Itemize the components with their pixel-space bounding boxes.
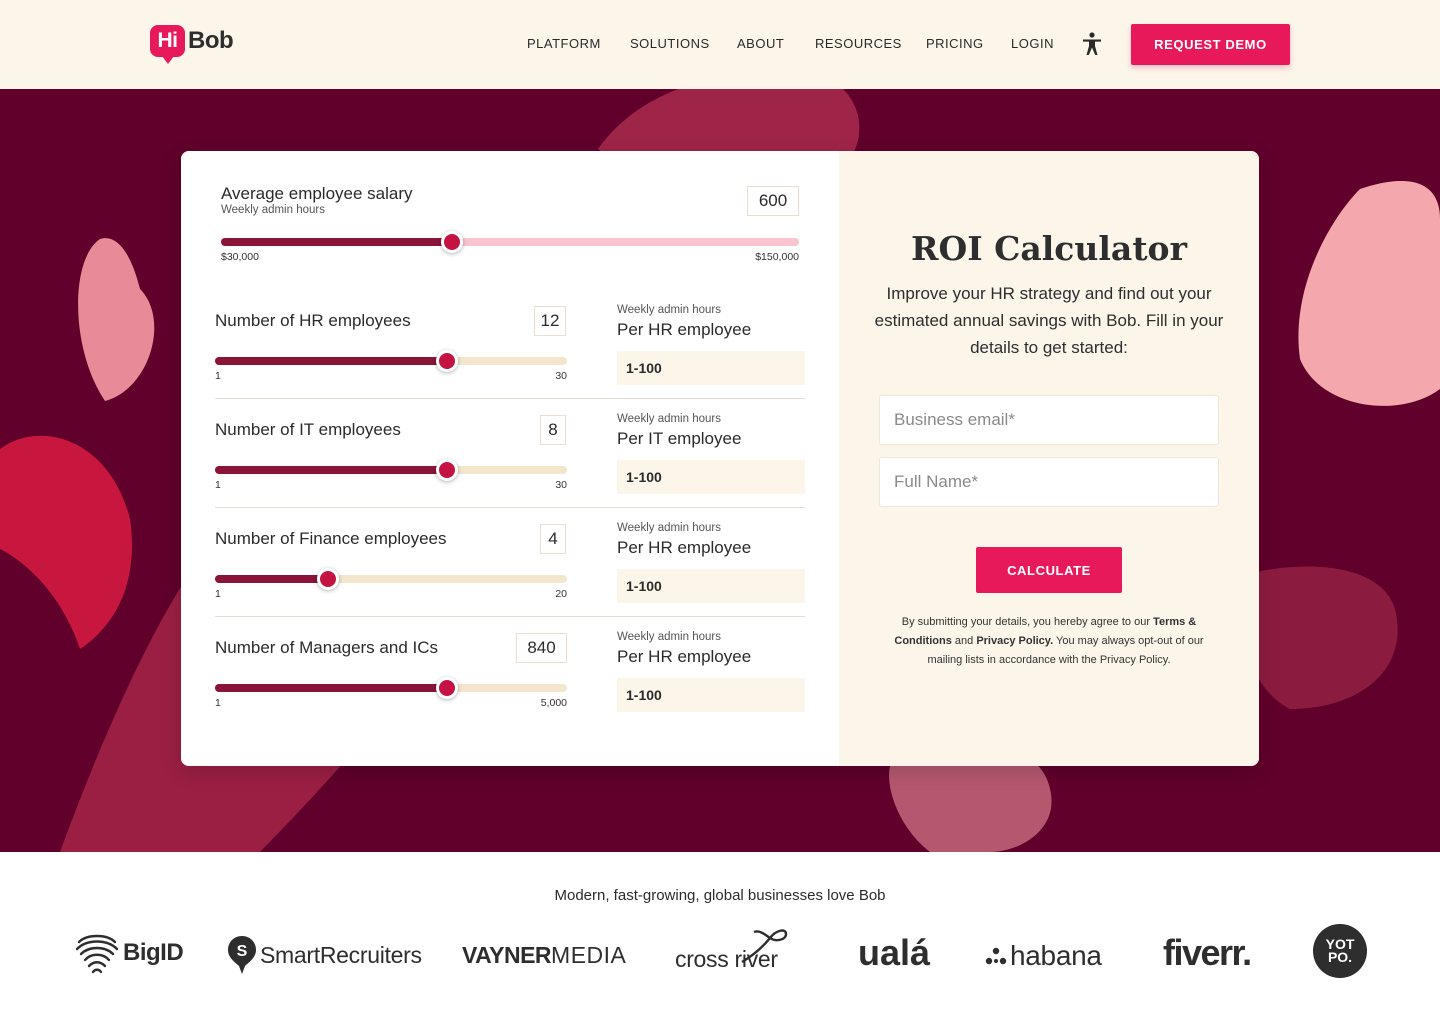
- row-divider: [215, 398, 805, 399]
- salary-slider-thumb[interactable]: [441, 231, 464, 253]
- smartrecruiters-pin-icon: S: [228, 936, 256, 974]
- it-employees-value-box[interactable]: 8: [540, 415, 566, 445]
- it-employees-slider-track[interactable]: [215, 466, 567, 474]
- calculator-inputs: Average employee salary Weekly admin hou…: [181, 151, 839, 766]
- managers-ics-slider-track[interactable]: [215, 684, 567, 692]
- nav-login[interactable]: LOGIN: [1011, 36, 1054, 51]
- roi-form-panel: ROI Calculator Improve your HR strategy …: [839, 151, 1259, 766]
- managers-ics-slider-thumb[interactable]: [436, 677, 459, 699]
- it-employees-slider-fill: [215, 466, 448, 474]
- row-divider: [215, 616, 805, 617]
- nav-platform[interactable]: PLATFORM: [527, 36, 601, 51]
- managers-max-label: 5,000: [540, 697, 567, 709]
- hr-employees-slider-track[interactable]: [215, 357, 567, 365]
- salary-slider-track[interactable]: [221, 238, 799, 246]
- finance-hours-input[interactable]: 1-100: [617, 569, 805, 603]
- hr-employees-slider-fill: [215, 357, 448, 365]
- finance-min-label: 1: [215, 588, 221, 600]
- salary-slider-fill: [221, 238, 453, 246]
- smartrecruiters-logo: S SmartRecruiters: [228, 936, 422, 974]
- it-hours-input[interactable]: 1-100: [617, 460, 805, 494]
- svg-text:S: S: [237, 943, 248, 960]
- salary-value-box[interactable]: 600: [747, 186, 799, 216]
- hr-per-label: Per HR employee: [617, 320, 752, 339]
- it-max-label: 30: [555, 479, 567, 491]
- it-per-label: Per IT employee: [617, 429, 742, 448]
- bigid-wordmark: BigID: [123, 939, 184, 966]
- privacy-link[interactable]: Privacy Policy.: [976, 635, 1053, 647]
- finance-employees-slider-thumb[interactable]: [316, 568, 339, 590]
- finance-employees-value-box[interactable]: 4: [540, 524, 566, 554]
- uala-wordmark: ualá: [858, 932, 931, 973]
- vaynermedia-logo: VAYNER MEDIA: [462, 942, 626, 969]
- hr-weekly-label: Weekly admin hours: [617, 304, 721, 316]
- hr-employees-slider-thumb[interactable]: [436, 350, 459, 372]
- habana-wordmark: habana: [1010, 940, 1102, 971]
- roi-title: ROI Calculator: [911, 229, 1187, 268]
- vayner-wordmark: VAYNER: [462, 942, 552, 968]
- nav-pricing[interactable]: PRICING: [926, 36, 984, 51]
- finance-per-label: Per HR employee: [617, 538, 752, 557]
- salary-sublabel: Weekly admin hours: [221, 204, 325, 216]
- legal-text-1: By submitting your details, you hereby a…: [901, 616, 1150, 628]
- it-employees-slider-thumb[interactable]: [436, 459, 459, 481]
- hr-max-label: 30: [555, 370, 567, 382]
- habana-logo: habana: [984, 940, 1102, 972]
- managers-ics-slider-fill: [215, 684, 448, 692]
- finance-max-label: 20: [555, 588, 567, 600]
- hr-min-label: 1: [215, 370, 221, 382]
- it-weekly-label: Weekly admin hours: [617, 413, 721, 425]
- media-wordmark: MEDIA: [551, 942, 627, 968]
- request-demo-button[interactable]: REQUEST DEMO: [1131, 24, 1290, 65]
- fiverr-logo: fiverr.: [1163, 932, 1252, 974]
- crossriver-logo: cross river: [675, 926, 790, 973]
- business-email-input[interactable]: Business email*: [879, 395, 1219, 445]
- nav-about[interactable]: ABOUT: [737, 36, 784, 51]
- uala-logo: ualá: [858, 932, 930, 974]
- managers-ics-label: Number of Managers and ICs: [215, 638, 438, 657]
- habana-dots-icon: [985, 947, 1007, 965]
- bigid-logo: BigID: [75, 932, 184, 974]
- hr-employees-label: Number of HR employees: [215, 311, 411, 330]
- customer-logos-section: Modern, fast-growing, global businesses …: [0, 852, 1440, 1010]
- hr-hours-input[interactable]: 1-100: [617, 351, 805, 385]
- fingerprint-icon: [75, 934, 119, 974]
- accessibility-icon[interactable]: [1081, 32, 1103, 56]
- smartrecruiters-wordmark: SmartRecruiters: [260, 941, 422, 968]
- calculate-button[interactable]: CALCULATE: [976, 547, 1122, 593]
- salary-label: Average employee salary: [221, 184, 413, 203]
- managers-per-label: Per HR employee: [617, 647, 752, 666]
- legal-text: By submitting your details, you hereby a…: [879, 613, 1219, 670]
- crossriver-swirl-icon: [741, 928, 787, 963]
- salary-min-label: $30,000: [221, 251, 259, 263]
- full-name-input[interactable]: Full Name*: [879, 457, 1219, 507]
- finance-employees-label: Number of Finance employees: [215, 529, 447, 548]
- it-min-label: 1: [215, 479, 221, 491]
- it-employees-label: Number of IT employees: [215, 420, 401, 439]
- yotpo-logo: YOT PO.: [1313, 924, 1367, 978]
- managers-ics-value-box[interactable]: 840: [516, 633, 567, 663]
- fiverr-wordmark: fiverr.: [1163, 932, 1252, 973]
- nav-resources[interactable]: RESOURCES: [815, 36, 902, 51]
- yotpo-wordmark-bottom: PO.: [1327, 949, 1353, 965]
- nav-solutions[interactable]: SOLUTIONS: [630, 36, 710, 51]
- roi-description: Improve your HR strategy and find out yo…: [874, 284, 1224, 357]
- finance-employees-slider-fill: [215, 575, 328, 583]
- managers-hours-input[interactable]: 1-100: [617, 678, 805, 712]
- roi-calculator-card: Average employee salary Weekly admin hou…: [181, 151, 1259, 766]
- customers-title: Modern, fast-growing, global businesses …: [554, 887, 886, 904]
- legal-and: and: [954, 635, 974, 647]
- managers-weekly-label: Weekly admin hours: [617, 631, 721, 643]
- finance-weekly-label: Weekly admin hours: [617, 522, 721, 534]
- site-header: Hi Bob PLATFORM SOLUTIONS ABOUT RESOURCE…: [0, 0, 1440, 89]
- finance-employees-slider-track[interactable]: [215, 575, 567, 583]
- row-divider: [215, 507, 805, 508]
- hr-employees-value-box[interactable]: 12: [534, 306, 566, 336]
- managers-min-label: 1: [215, 697, 221, 709]
- salary-max-label: $150,000: [755, 251, 799, 263]
